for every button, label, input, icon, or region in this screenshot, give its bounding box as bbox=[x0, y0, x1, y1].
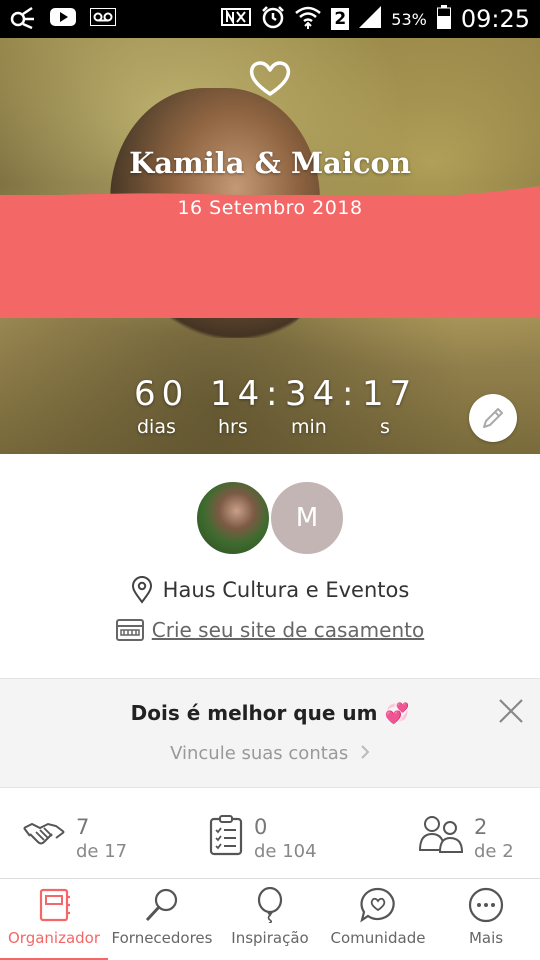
guests-icon bbox=[418, 816, 464, 853]
tasks-count: 0 bbox=[254, 815, 268, 839]
countdown-minutes: 34 bbox=[285, 374, 341, 414]
pencil-icon bbox=[483, 408, 503, 428]
tab-organizador[interactable]: Organizador bbox=[0, 879, 108, 960]
voicemail-icon bbox=[90, 8, 116, 30]
tab-inspiracao-label: Inspiração bbox=[231, 929, 309, 947]
couple-names: Kamila & Maicon bbox=[129, 146, 411, 180]
network-sync-icon bbox=[10, 5, 36, 33]
couple-avatars: M bbox=[195, 480, 355, 556]
alarm-icon bbox=[261, 5, 285, 33]
tab-mais[interactable]: Mais bbox=[432, 879, 540, 960]
battery-icon bbox=[436, 5, 451, 33]
tab-fornecedores-label: Fornecedores bbox=[111, 929, 213, 947]
avatar-photo[interactable] bbox=[195, 480, 271, 556]
balloon-icon bbox=[257, 887, 283, 923]
youtube-icon bbox=[50, 7, 76, 31]
checklist-icon bbox=[209, 815, 243, 856]
sim-two-icon: 2 bbox=[331, 8, 350, 30]
venue-row[interactable]: Haus Cultura e Eventos bbox=[0, 576, 540, 604]
guests-total: de 2 bbox=[474, 841, 514, 862]
edit-cover-button[interactable] bbox=[469, 394, 517, 442]
battery-percent: 53% bbox=[391, 9, 427, 29]
tab-fornecedores[interactable]: Fornecedores bbox=[108, 879, 216, 960]
magnifier-icon bbox=[145, 888, 178, 922]
countdown-days-label: dias bbox=[137, 416, 176, 438]
tab-comunidade-label: Comunidade bbox=[330, 929, 426, 947]
banner-title: Dois é melhor que um 💞 bbox=[130, 701, 410, 725]
progress-stats: 7 de 17 0 de 104 2 de 2 bbox=[0, 800, 540, 876]
countdown-minutes-label: min bbox=[291, 416, 327, 438]
more-icon bbox=[468, 887, 504, 923]
tasks-total: de 104 bbox=[254, 841, 317, 862]
signal-icon bbox=[359, 6, 382, 32]
countdown-days: 60 bbox=[134, 374, 190, 414]
countdown-seconds-label: s bbox=[380, 416, 390, 438]
vendors-count: 7 bbox=[76, 815, 90, 839]
tab-inspiracao[interactable]: Inspiração bbox=[216, 879, 324, 960]
tab-comunidade[interactable]: Comunidade bbox=[324, 879, 432, 960]
two-hearts-emoji: 💞 bbox=[384, 701, 410, 725]
hero-cover-photo: Kamila & Maicon 16 Setembro 2018 60 14 :… bbox=[0, 38, 540, 454]
create-website-link[interactable]: Crie seu site de casamento bbox=[152, 618, 424, 642]
link-accounts-link[interactable]: Vincule suas contas bbox=[0, 743, 540, 765]
clock: 09:25 bbox=[460, 5, 530, 33]
countdown-separator: : bbox=[342, 374, 354, 414]
countdown-hours: 14 bbox=[210, 374, 266, 414]
chevron-right-icon bbox=[360, 744, 370, 765]
countdown-hours-label: hrs bbox=[218, 416, 248, 438]
location-pin-icon bbox=[131, 576, 152, 604]
guests-count: 2 bbox=[474, 815, 488, 839]
tab-organizador-label: Organizador bbox=[7, 929, 101, 947]
wedding-date: 16 Setembro 2018 bbox=[177, 197, 363, 219]
tasks-stat[interactable]: 0 de 104 bbox=[208, 814, 317, 864]
heart-logo-icon bbox=[249, 61, 291, 96]
bottom-tab-bar: Organizador Fornecedores Inspiração Comu… bbox=[0, 878, 540, 960]
wifi-icon bbox=[295, 5, 322, 33]
partner-avatar[interactable]: M bbox=[269, 480, 345, 556]
countdown: 60 14 : 34 : 17 dias hrs min s bbox=[0, 374, 540, 444]
countdown-seconds: 17 bbox=[362, 374, 418, 414]
venue-name: Haus Cultura e Eventos bbox=[162, 578, 410, 602]
wedding-website-row[interactable]: Crie seu site de casamento bbox=[0, 618, 540, 642]
tab-mais-label: Mais bbox=[468, 929, 504, 947]
chat-heart-icon bbox=[360, 887, 395, 923]
countdown-separator: : bbox=[266, 374, 278, 414]
website-icon bbox=[115, 619, 144, 641]
planner-icon bbox=[39, 888, 70, 922]
nfc-icon bbox=[221, 6, 252, 32]
status-bar: 2 53% 09:25 bbox=[0, 0, 540, 38]
handshake-icon bbox=[23, 822, 65, 845]
close-icon[interactable] bbox=[497, 697, 525, 725]
vendors-stat[interactable]: 7 de 17 bbox=[22, 814, 127, 864]
link-accounts-banner: Dois é melhor que um 💞 Vincule suas cont… bbox=[0, 678, 540, 788]
vendors-total: de 17 bbox=[76, 841, 128, 862]
guests-stat[interactable]: 2 de 2 bbox=[418, 814, 514, 864]
